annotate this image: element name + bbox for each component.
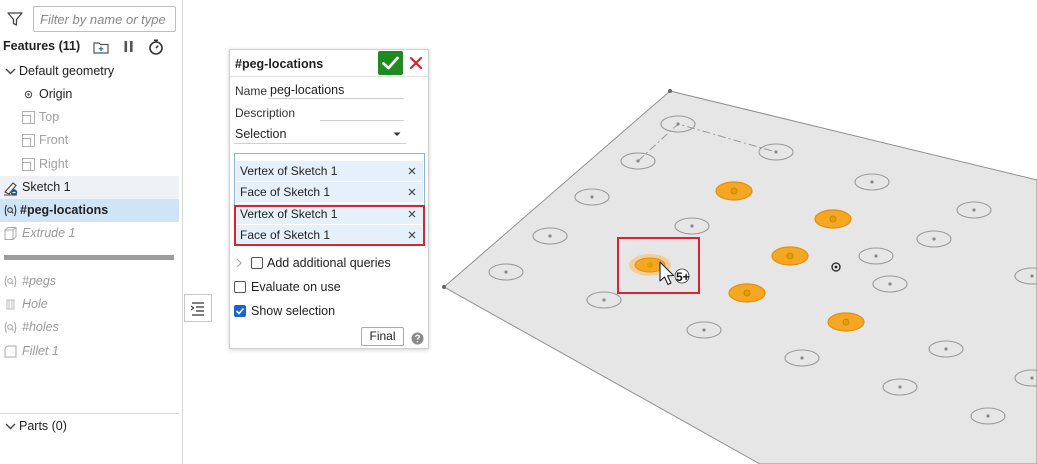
tree-item-extrude-1[interactable]: Extrude 1 xyxy=(0,222,179,245)
final-button[interactable]: Final xyxy=(361,327,404,346)
hole-icon xyxy=(3,297,18,312)
tree-item-label: Fillet 1 xyxy=(22,344,59,358)
dialog-header-separator xyxy=(230,76,428,77)
dropdown-caret-icon[interactable] xyxy=(392,127,402,141)
remove-query-icon[interactable] xyxy=(406,165,418,177)
tree-item-label: Top xyxy=(39,110,60,124)
tree-item-label: #pegs xyxy=(22,274,57,288)
query-variable-icon xyxy=(3,320,18,335)
query-item[interactable]: Face of Sketch 1 xyxy=(236,182,423,202)
tree-item-pegs[interactable]: #pegs xyxy=(0,270,179,293)
tree-item-label: Hole xyxy=(22,297,48,311)
sketch-plane-face[interactable] xyxy=(443,90,1037,464)
extrude-icon xyxy=(3,226,18,241)
tree-item-label: Default geometry xyxy=(19,64,115,78)
tree-item-right-plane[interactable]: Right xyxy=(0,153,179,176)
name-field-underline xyxy=(268,98,404,99)
query-item-label: Vertex of Sketch 1 xyxy=(240,164,338,178)
features-header: Features (11) xyxy=(0,36,183,58)
tree-item-label: Extrude 1 xyxy=(22,226,76,240)
query-item-label: Face of Sketch 1 xyxy=(240,185,331,199)
tree-item-hole[interactable]: Hole xyxy=(0,293,179,316)
evaluate-on-use-row[interactable]: Evaluate on use xyxy=(234,279,414,297)
query-item[interactable]: Vertex of Sketch 1 xyxy=(236,161,423,181)
name-label: Name xyxy=(235,84,268,98)
chevron-down-icon[interactable] xyxy=(3,419,18,434)
rollback-bar[interactable] xyxy=(4,255,174,260)
show-selection-row[interactable]: Show selection xyxy=(234,303,414,321)
description-label: Description xyxy=(235,106,296,120)
parts-list-header[interactable]: Parts (0) xyxy=(0,415,179,438)
query-variable-dialog: #peg-locations Name peg-locations Descri… xyxy=(229,49,429,349)
plane-icon xyxy=(21,157,36,172)
new-folder-icon[interactable] xyxy=(92,38,110,56)
help-icon[interactable] xyxy=(411,332,424,345)
evaluate-on-use-label: Evaluate on use xyxy=(251,280,341,294)
plane-icon xyxy=(21,133,36,148)
evaluate-on-use-checkbox[interactable] xyxy=(234,281,246,293)
checkmark-icon xyxy=(382,56,399,70)
tree-item-top-plane[interactable]: Top xyxy=(0,106,179,129)
filter-row xyxy=(0,4,183,32)
tree-item-peg-locations[interactable]: #peg-locations xyxy=(0,199,179,222)
filter-icon[interactable] xyxy=(6,10,24,28)
hovered-hole-vertex[interactable] xyxy=(647,262,653,268)
pause-icon[interactable] xyxy=(120,38,138,56)
tree-item-label: Origin xyxy=(39,87,73,101)
name-field[interactable]: peg-locations xyxy=(270,83,344,97)
tree-item-holes[interactable]: #holes xyxy=(0,316,179,339)
parts-separator xyxy=(0,413,179,414)
show-selection-label: Show selection xyxy=(251,304,336,318)
plane-corner-vertex[interactable] xyxy=(668,89,672,93)
tree-item-label: Sketch 1 xyxy=(22,180,71,194)
query-type-underline xyxy=(234,143,406,144)
cancel-button[interactable] xyxy=(406,53,426,73)
close-icon xyxy=(409,56,423,70)
parts-count-label: Parts (0) xyxy=(19,419,67,433)
filter-input[interactable] xyxy=(33,6,176,32)
chevron-down-icon[interactable] xyxy=(3,64,18,79)
query-variable-icon xyxy=(3,274,18,289)
accept-button[interactable] xyxy=(378,51,403,75)
plane-icon xyxy=(21,110,36,125)
stopwatch-icon[interactable] xyxy=(147,38,165,56)
show-selection-checkbox[interactable] xyxy=(234,305,246,317)
dialog-title: #peg-locations xyxy=(235,57,324,71)
plane-corner-vertex[interactable] xyxy=(442,285,446,289)
description-field[interactable] xyxy=(320,120,404,121)
tree-item-label: #holes xyxy=(22,320,59,334)
tree-item-label: Front xyxy=(39,133,69,147)
tree-item-label: #peg-locations xyxy=(20,203,109,217)
features-count-title: Features (11) xyxy=(3,39,81,53)
sketch-icon xyxy=(3,180,18,196)
app-window: Features (11) Default geometry Origin xyxy=(0,0,1037,464)
feature-list-panel: Features (11) Default geometry Origin xyxy=(0,0,183,464)
add-queries-checkbox[interactable] xyxy=(251,257,263,269)
tree-item-front-plane[interactable]: Front xyxy=(0,129,179,152)
origin-icon xyxy=(21,87,36,102)
tree-item-fillet-1[interactable]: Fillet 1 xyxy=(0,340,179,363)
remove-query-icon[interactable] xyxy=(406,186,418,198)
query-type-select[interactable]: Selection xyxy=(235,127,286,141)
new-queries-highlight xyxy=(234,205,425,246)
tree-item-origin[interactable]: Origin xyxy=(0,83,179,106)
add-queries-row[interactable]: Add additional queries xyxy=(234,255,414,273)
tree-item-label: Right xyxy=(39,157,69,171)
fillet-icon xyxy=(3,344,18,359)
query-variable-icon xyxy=(3,203,18,218)
add-queries-label: Add additional queries xyxy=(267,256,391,270)
tree-item-sketch-1[interactable]: Sketch 1 xyxy=(0,176,179,199)
chevron-right-icon[interactable] xyxy=(234,257,244,269)
tree-item-default-geometry[interactable]: Default geometry xyxy=(0,60,179,83)
cursor-badge-count: 5+ xyxy=(676,270,690,284)
